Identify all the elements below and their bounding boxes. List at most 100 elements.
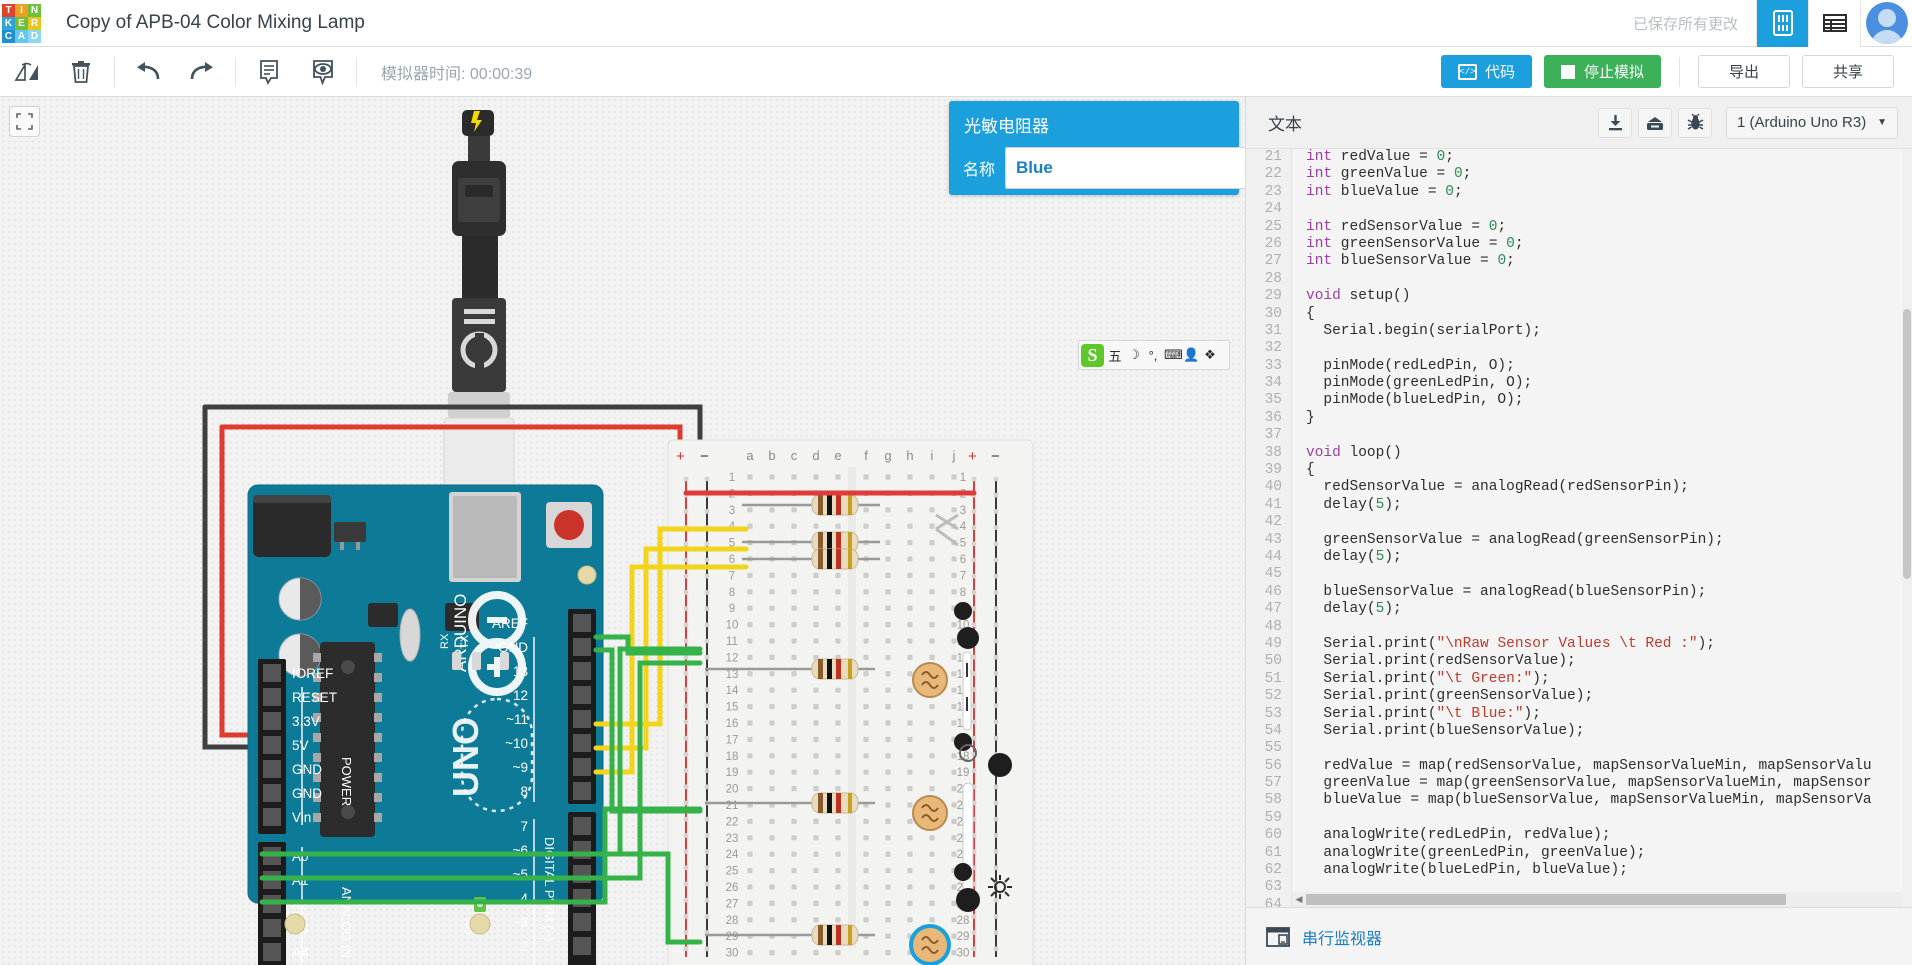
code-line[interactable]: 51 Serial.print("\t Green:");	[1246, 670, 1912, 689]
code-line[interactable]: 52 Serial.print(greenSensorValue);	[1246, 688, 1912, 706]
scroll-thumb[interactable]	[1306, 894, 1786, 905]
code-line[interactable]: 30 {	[1246, 305, 1912, 323]
circuit-artwork[interactable]: ARDUINO UNO IOREFRESET 3.3V5V GNDGND A0A…	[0, 97, 1245, 965]
scroll-left-arrow[interactable]: ◀	[1292, 894, 1306, 905]
code-line[interactable]: 58 blueValue = map(blueSensorValue, mapS…	[1246, 792, 1912, 810]
export-button[interactable]: 导出	[1698, 55, 1790, 88]
code-line[interactable]: 37	[1246, 427, 1912, 445]
code-line[interactable]: 33 pinMode(redLedPin, O);	[1246, 357, 1912, 376]
code-line[interactable]: 34 pinMode(greenLedPin, O);	[1246, 375, 1912, 393]
code-line[interactable]: 49 Serial.print("\nRaw Sensor Values \t …	[1246, 635, 1912, 654]
code-line[interactable]: 43 greenSensorValue = analogRead(greenSe…	[1246, 531, 1912, 549]
board-selector[interactable]: 1 (Arduino Uno R3) ▼	[1726, 106, 1898, 139]
svg-text:10: 10	[726, 620, 739, 632]
ime-mode-icon[interactable]: 五	[1107, 346, 1123, 365]
upload-to-board-icon[interactable]	[1638, 107, 1672, 138]
code-line[interactable]: 56 redValue = map(redSensorValue, mapSen…	[1246, 757, 1912, 776]
ime-toolbar[interactable]: S 五 ☽ °, ⌨ 👤 ❖	[1078, 340, 1230, 370]
code-line[interactable]: 28	[1246, 270, 1912, 289]
code-line[interactable]: 27 int blueSensorValue = 0;	[1246, 253, 1912, 271]
editor-toolbar: 模拟器时间: 00:00:39 </> 代码 停止模拟 导出 共享	[0, 47, 1912, 97]
code-lines[interactable]: 21 int redValue = 0; 22 int greenValue = 0;…	[1246, 149, 1912, 907]
code-line[interactable]: 40 redSensorValue = analogRead(redSensor…	[1246, 479, 1912, 497]
code-line[interactable]: 53 Serial.print("\t Blue:");	[1246, 705, 1912, 723]
code-line[interactable]: 21 int redValue = 0;	[1246, 149, 1912, 167]
code-line[interactable]: 36}	[1246, 409, 1912, 428]
code-line[interactable]: 32	[1246, 340, 1912, 358]
code-text: greenValue = map(greenSensorValue, mapSe…	[1306, 775, 1872, 792]
components-list-icon[interactable]	[1808, 0, 1860, 47]
ime-keyboard-icon[interactable]: ⌨	[1164, 347, 1183, 363]
code-line[interactable]: 59	[1246, 809, 1912, 828]
ime-user-icon[interactable]: 👤	[1183, 347, 1199, 363]
code-line[interactable]: 47 delay(5);	[1246, 601, 1912, 619]
code-line[interactable]: 50 Serial.print(redSensorValue);	[1246, 653, 1912, 671]
editor-vertical-scrollbar[interactable]	[1902, 149, 1912, 907]
code-line[interactable]: 45	[1246, 566, 1912, 584]
code-line[interactable]: 23 int blueValue = 0;	[1246, 183, 1912, 202]
ime-punctuation-icon[interactable]: °,	[1145, 348, 1161, 363]
code-line[interactable]: 31 Serial.begin(serialPort);	[1246, 322, 1912, 341]
ime-apps-icon[interactable]: ❖	[1202, 347, 1218, 363]
code-line[interactable]: 62 analogWrite(blueLedPin, blueValue);	[1246, 862, 1912, 880]
redo-icon[interactable]	[175, 47, 229, 96]
debug-bug-icon[interactable]	[1678, 107, 1712, 138]
download-icon[interactable]	[1598, 107, 1632, 138]
component-properties-panel[interactable]: 光敏电阻器 名称	[949, 101, 1245, 195]
code-line[interactable]: 24	[1246, 201, 1912, 219]
arduino-uno-board: ARDUINO UNO IOREFRESET 3.3V5V GNDGND A0A…	[247, 484, 604, 965]
line-number: 25	[1246, 218, 1292, 236]
code-line[interactable]: 42	[1246, 514, 1912, 532]
svg-text:8: 8	[520, 784, 528, 799]
code-line[interactable]: 60 analogWrite(redLedPin, redValue);	[1246, 827, 1912, 845]
avatar[interactable]	[1860, 0, 1912, 47]
svg-text:20: 20	[726, 784, 739, 796]
scroll-thumb-vertical[interactable]	[1903, 309, 1911, 579]
code-line[interactable]: 55	[1246, 740, 1912, 758]
code-text: void setup()	[1306, 288, 1411, 305]
code-line[interactable]: 41 delay(5);	[1246, 496, 1912, 515]
code-line[interactable]: 44 delay(5);	[1246, 548, 1912, 567]
editor-horizontal-scrollbar[interactable]: ◀	[1292, 892, 1912, 907]
component-name-input[interactable]	[1005, 147, 1245, 189]
svg-text:1: 1	[729, 472, 735, 484]
code-line[interactable]: 61 analogWrite(greenLedPin, greenValue);	[1246, 844, 1912, 863]
circuits-icon[interactable]	[1756, 0, 1808, 47]
stop-simulation-button[interactable]: 停止模拟	[1543, 55, 1661, 88]
code-button[interactable]: </> 代码	[1440, 55, 1532, 88]
code-line[interactable]: 54 Serial.print(blueSensorValue);	[1246, 722, 1912, 741]
code-line[interactable]: 48	[1246, 618, 1912, 636]
code-text: Serial.print("\t Green:");	[1306, 670, 1550, 687]
undo-icon[interactable]	[121, 47, 175, 96]
serial-monitor-bar[interactable]: 串行监视器	[1246, 907, 1912, 965]
circuit-canvas[interactable]: ARDUINO UNO IOREF RESET 3.3V 5V GND GND …	[0, 97, 1245, 965]
tinkercad-logo[interactable]: T I N K E R C A D	[0, 0, 44, 47]
line-number: 22	[1246, 166, 1292, 184]
line-number: 27	[1246, 253, 1292, 271]
share-button[interactable]: 共享	[1802, 55, 1894, 88]
svg-text:12: 12	[726, 652, 739, 664]
code-text: pinMode(redLedPin, O);	[1306, 357, 1515, 374]
code-line[interactable]: 26 int greenSensorValue = 0;	[1246, 235, 1912, 254]
code-line[interactable]: 22 int greenValue = 0;	[1246, 166, 1912, 184]
delete-icon[interactable]	[54, 47, 108, 96]
code-line[interactable]: 46 blueSensorValue = analogRead(blueSens…	[1246, 583, 1912, 602]
code-text: {	[1306, 462, 1315, 479]
line-number: 26	[1246, 235, 1292, 254]
logo-letter: K	[2, 16, 15, 30]
code-line[interactable]: 39 {	[1246, 462, 1912, 480]
code-editor[interactable]: 21 int redValue = 0; 22 int greenValue = 0;…	[1246, 149, 1912, 907]
sogou-logo-icon[interactable]: S	[1081, 343, 1104, 367]
line-number: 42	[1246, 514, 1292, 532]
code-line[interactable]: 57 greenValue = map(greenSensorValue, ma…	[1246, 775, 1912, 793]
notes-icon[interactable]	[242, 47, 296, 96]
rotate-icon[interactable]	[0, 47, 54, 96]
line-number: 24	[1246, 201, 1292, 219]
ime-moon-icon[interactable]: ☽	[1126, 347, 1142, 363]
svg-text:c: c	[791, 448, 798, 463]
annotation-icon[interactable]	[296, 47, 350, 96]
code-line[interactable]: 35 pinMode(blueLedPin, O);	[1246, 392, 1912, 410]
code-line[interactable]: 38 void loop()	[1246, 444, 1912, 463]
code-line[interactable]: 29 void setup()	[1246, 288, 1912, 306]
code-line[interactable]: 25 int redSensorValue = 0;	[1246, 218, 1912, 236]
